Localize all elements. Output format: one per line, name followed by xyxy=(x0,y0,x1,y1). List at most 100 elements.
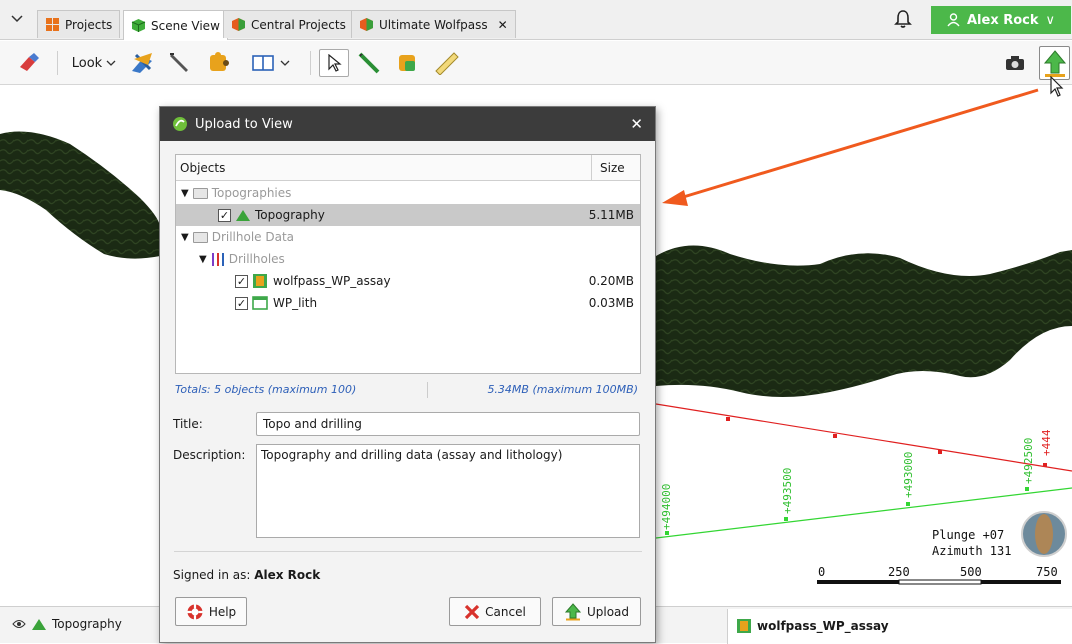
description-textarea[interactable]: Topography and drilling data (assay and … xyxy=(256,444,640,538)
selected-object-panel: wolfpass_WP_assay xyxy=(727,609,1072,644)
tree-row-label: wolfpass_WP_assay xyxy=(273,274,391,288)
checkbox[interactable]: ✓ xyxy=(235,274,248,288)
objects-tree: Objects Size ▼ Topographies ✓ Topography… xyxy=(175,154,641,374)
layout-dropdown[interactable] xyxy=(245,49,297,77)
tab-projects[interactable]: Projects xyxy=(37,10,121,38)
screenshot-button[interactable] xyxy=(1002,49,1028,77)
terrain-surface xyxy=(0,131,160,259)
puzzle-icon xyxy=(399,55,415,71)
tree-row-item[interactable]: ✓ wolfpass_WP_assay 0.20MB xyxy=(176,270,640,292)
drillhole-table-icon xyxy=(253,274,267,288)
puzzle-green-button[interactable] xyxy=(392,49,422,77)
chevron-down-icon xyxy=(280,60,290,66)
scale-label: 250 xyxy=(888,565,910,579)
ruler-tool-button[interactable] xyxy=(432,49,462,77)
chevron-down-icon xyxy=(106,60,116,66)
tree-row-folder[interactable]: ▼ Drillhole Data xyxy=(176,226,640,248)
grid-label: +492500 xyxy=(1022,438,1035,484)
layout-icon xyxy=(252,55,274,71)
tree-row-size: 0.20MB xyxy=(588,274,634,288)
upload-dialog: Upload to View ✕ Objects Size ▼ Topograp… xyxy=(159,106,656,643)
tree-header: Objects Size xyxy=(176,155,640,181)
chevron-down-icon[interactable] xyxy=(10,12,24,26)
grid-label: +444 xyxy=(1040,429,1053,456)
help-label: Help xyxy=(208,604,237,619)
dialog-titlebar: Upload to View ✕ xyxy=(160,107,655,141)
user-icon xyxy=(947,13,960,27)
select-tool-button[interactable] xyxy=(319,49,349,77)
pencil-icon xyxy=(170,53,188,72)
tree-row-label: WP_lith xyxy=(273,296,318,310)
upload-button[interactable]: Upload xyxy=(552,597,641,626)
tab-label: Central Projects xyxy=(251,17,346,32)
close-icon[interactable]: ✕ xyxy=(630,115,643,133)
topography-icon xyxy=(236,209,250,221)
table-icon xyxy=(252,296,268,310)
bell-icon[interactable] xyxy=(894,9,912,29)
topography-icon xyxy=(32,618,46,630)
tab-ultimate-wolfpass[interactable]: Ultimate Wolfpass ✕ xyxy=(351,10,516,38)
title-input[interactable]: Topo and drilling xyxy=(256,412,640,436)
tree-row-folder[interactable]: ▼ Topographies xyxy=(176,182,640,204)
selected-object[interactable]: wolfpass_WP_assay xyxy=(736,618,889,634)
chevron-down-icon: ∨ xyxy=(1045,12,1056,28)
column-size[interactable]: Size xyxy=(591,155,625,180)
expand-icon[interactable]: ▼ xyxy=(181,188,189,199)
cancel-x-icon xyxy=(465,604,480,619)
dialog-title: Upload to View xyxy=(195,116,293,132)
eye-icon[interactable] xyxy=(12,619,26,629)
look-dropdown[interactable]: Look xyxy=(68,49,120,77)
toolbar: Look xyxy=(0,41,1072,85)
tree-row-label: Topography xyxy=(255,208,325,222)
camera-icon xyxy=(1006,56,1024,70)
project-icon xyxy=(360,18,373,31)
drillhole-trace-red xyxy=(655,403,1072,472)
tree-row-label: Drillholes xyxy=(228,252,285,266)
totals-count: Totals: 5 objects (maximum 100) xyxy=(175,383,357,396)
expand-icon[interactable]: ▼ xyxy=(181,232,189,243)
drillhole-table-icon xyxy=(737,619,751,633)
lifebuoy-icon xyxy=(187,604,203,619)
pencil-tool-button[interactable] xyxy=(165,49,195,77)
tab-label: Scene View xyxy=(151,18,220,33)
column-objects[interactable]: Objects xyxy=(176,161,225,175)
upload-label: Upload xyxy=(586,604,630,619)
expand-icon[interactable]: ▼ xyxy=(199,254,207,265)
eraser-icon xyxy=(20,53,39,71)
checkbox[interactable]: ✓ xyxy=(218,208,231,222)
shape-list-item[interactable]: Topography xyxy=(12,617,122,631)
mouse-pointer-icon xyxy=(1050,76,1064,97)
help-button[interactable]: Help xyxy=(175,597,247,626)
tab-central-projects[interactable]: Central Projects xyxy=(223,10,354,38)
checkbox[interactable]: ✓ xyxy=(235,296,248,310)
puzzle-tool-button[interactable] xyxy=(203,49,233,77)
slice-tool-button[interactable] xyxy=(127,49,159,77)
close-tab-icon[interactable]: ✕ xyxy=(498,18,508,32)
user-menu-button[interactable]: Alex Rock ∨ xyxy=(931,6,1071,34)
scale-label: 750 xyxy=(1036,565,1058,579)
tree-row-item[interactable]: ✓ WP_lith 0.03MB xyxy=(176,292,640,314)
scale-label: 0 xyxy=(818,565,825,579)
tab-label: Ultimate Wolfpass xyxy=(379,17,488,32)
folder-icon xyxy=(192,187,208,199)
tree-row-label: Drillhole Data xyxy=(211,230,295,244)
totals-bar: Totals: 5 objects (maximum 100) 5.34MB (… xyxy=(175,382,641,398)
draw-lines-button[interactable] xyxy=(354,49,384,77)
tab-label: Projects xyxy=(65,17,113,32)
drillhole-trace-green xyxy=(655,487,1072,539)
user-name: Alex Rock xyxy=(967,12,1039,28)
tab-scene-view[interactable]: Scene View xyxy=(123,10,228,40)
tree-row-item[interactable]: ✓ Topography 5.11MB xyxy=(176,204,640,226)
plunge-label: Plunge +07 xyxy=(932,528,1004,542)
cancel-label: Cancel xyxy=(485,604,526,619)
cancel-button[interactable]: Cancel xyxy=(449,597,541,626)
tree-row-size: 5.11MB xyxy=(588,208,634,222)
tab-bar: Projects Scene View Central Projects Ult… xyxy=(0,0,1072,40)
eraser-tool-button[interactable] xyxy=(14,49,44,77)
upload-to-view-button[interactable] xyxy=(1039,46,1070,80)
shape-list-label: Topography xyxy=(52,617,122,631)
slice-icon xyxy=(132,53,152,73)
tree-row-folder[interactable]: ▼ Drillholes xyxy=(176,248,640,270)
grid-label: +494000 xyxy=(660,484,673,530)
signed-in-prefix: Signed in as: xyxy=(173,568,251,582)
